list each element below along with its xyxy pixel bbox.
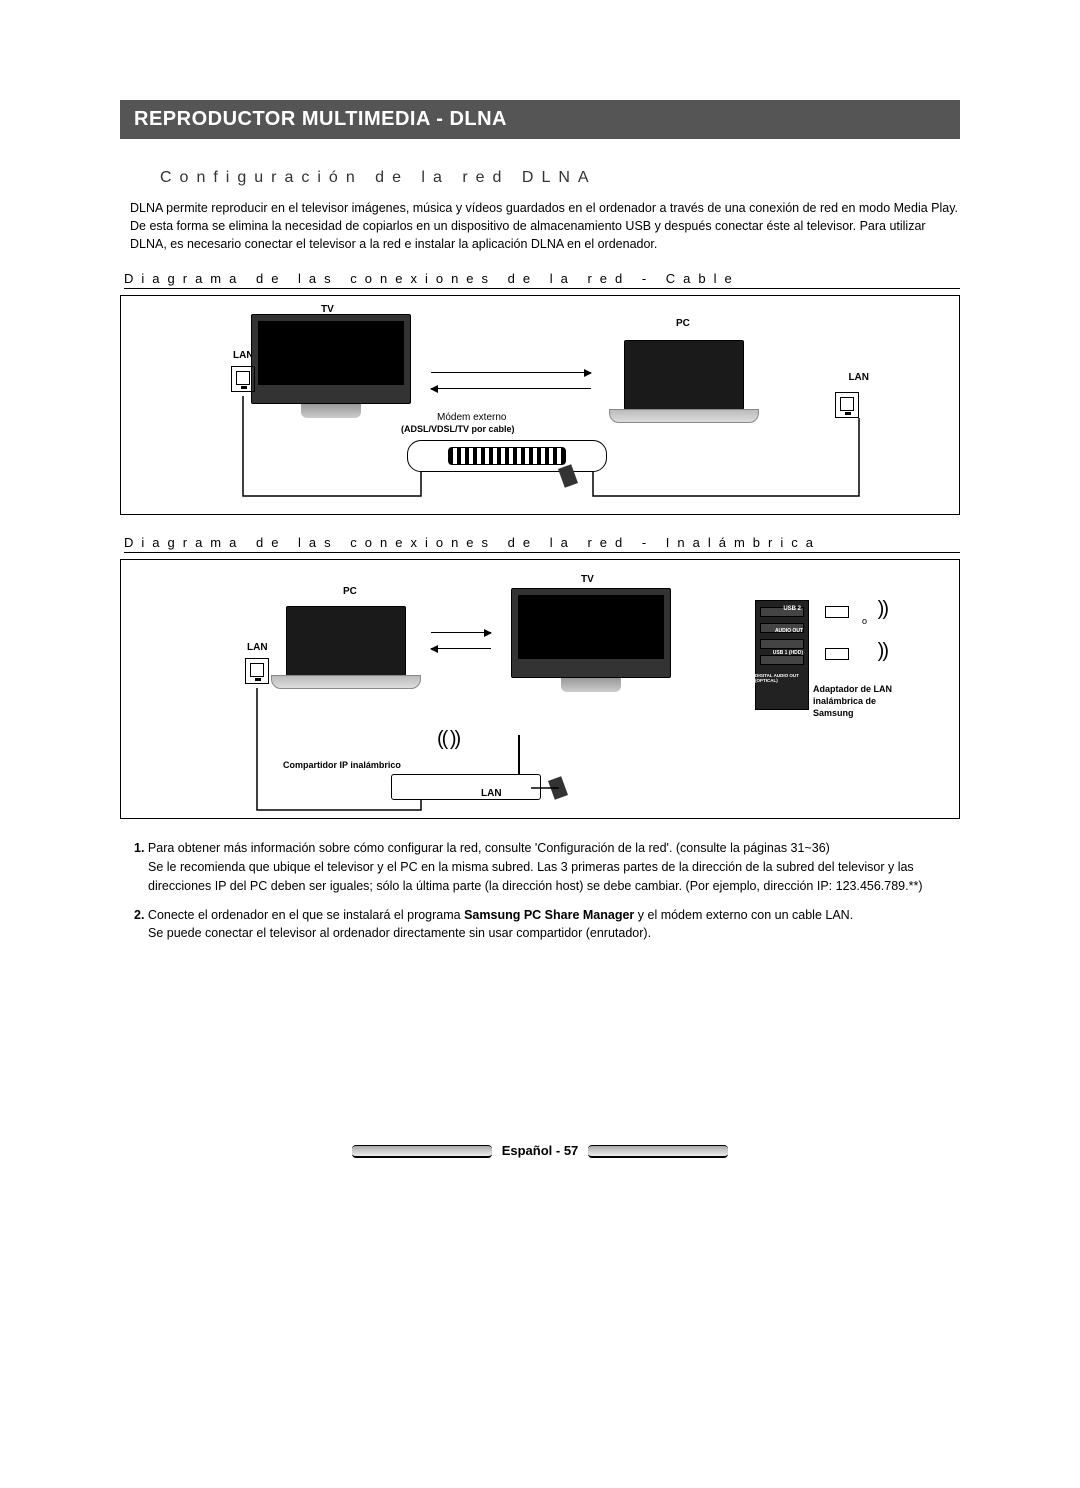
note-item-1: 1. Para obtener más información sobre có… — [134, 839, 960, 895]
note-number: 1. — [134, 841, 144, 855]
wifi-waves-icon: )) — [878, 598, 887, 621]
arrow-line — [431, 388, 591, 389]
tv-icon — [251, 314, 411, 424]
label-adapter: Adaptador de LAN inalámbrica de Samsung — [813, 684, 903, 719]
label-lan: LAN — [247, 642, 268, 653]
lan-port-icon — [245, 658, 269, 684]
label-lan-pc: LAN — [848, 372, 869, 383]
port-label-usb2: USB 2 — [783, 606, 801, 612]
laptop-icon — [271, 606, 421, 689]
diagram-wired: TV PC LAN LAN Módem externo (ADSL/VDSL/T… — [120, 295, 960, 515]
note-text-b: y el módem externo con un cable LAN. — [634, 908, 853, 922]
lan-port-icon — [231, 366, 255, 392]
laptop-icon — [609, 340, 759, 423]
label-pc: PC — [343, 586, 357, 597]
tv-icon — [511, 588, 671, 698]
section-subtitle: Configuración de la red DLNA — [160, 169, 960, 187]
port-label-usb1: USB 1 (HDD) — [773, 650, 803, 656]
diagram1-title: Diagrama de las conexiones de la red - C… — [124, 271, 960, 289]
section-title-bar: REPRODUCTOR MULTIMEDIA - DLNA — [120, 100, 960, 139]
wifi-waves-icon: )) — [878, 640, 887, 663]
or-label: o — [862, 616, 867, 626]
port-label-audio: AUDIO OUT — [775, 628, 803, 634]
wifi-adapter-icon — [825, 648, 849, 660]
intro-paragraph: DLNA permite reproducir en el televisor … — [130, 199, 960, 253]
arrow-line — [431, 372, 591, 373]
wifi-waves-icon: (( )) — [437, 728, 459, 751]
diagram2-title: Diagrama de las conexiones de la red - I… — [124, 535, 960, 553]
wireless-router-icon — [391, 774, 541, 800]
arrow-line — [431, 632, 491, 633]
page-footer: Español - 57 — [120, 1143, 960, 1158]
label-tv: TV — [581, 574, 594, 585]
modem-icon — [407, 440, 607, 472]
diagram-wireless: TV PC LAN Compartidor IP inalámbrico LAN… — [120, 559, 960, 819]
arrow-line — [431, 648, 491, 649]
label-modem-sub: (ADSL/VDSL/TV por cable) — [401, 424, 515, 434]
lan-port-icon — [835, 392, 859, 418]
label-pc: PC — [676, 318, 690, 329]
note-number: 2. — [134, 908, 144, 922]
note-bold: Samsung PC Share Manager — [464, 908, 634, 922]
note-text-a: Conecte el ordenador en el que se instal… — [148, 908, 464, 922]
label-modem: Módem externo — [437, 412, 506, 423]
note-subtext: Se puede conectar el televisor al ordena… — [148, 924, 960, 943]
note-item-2: 2. Conecte el ordenador en el que se ins… — [134, 906, 960, 944]
label-ip-sharer: Compartidor IP inalámbrico — [283, 760, 401, 770]
wifi-adapter-icon — [825, 606, 849, 618]
port-label-digital: DIGITAL AUDIO OUT (OPTICAL) — [755, 674, 803, 684]
notes-list: 1. Para obtener más información sobre có… — [134, 839, 960, 943]
cable-lines — [121, 296, 959, 514]
note-subtext: Se le recomienda que ubique el televisor… — [148, 858, 960, 896]
note-text: Para obtener más información sobre cómo … — [148, 841, 830, 855]
